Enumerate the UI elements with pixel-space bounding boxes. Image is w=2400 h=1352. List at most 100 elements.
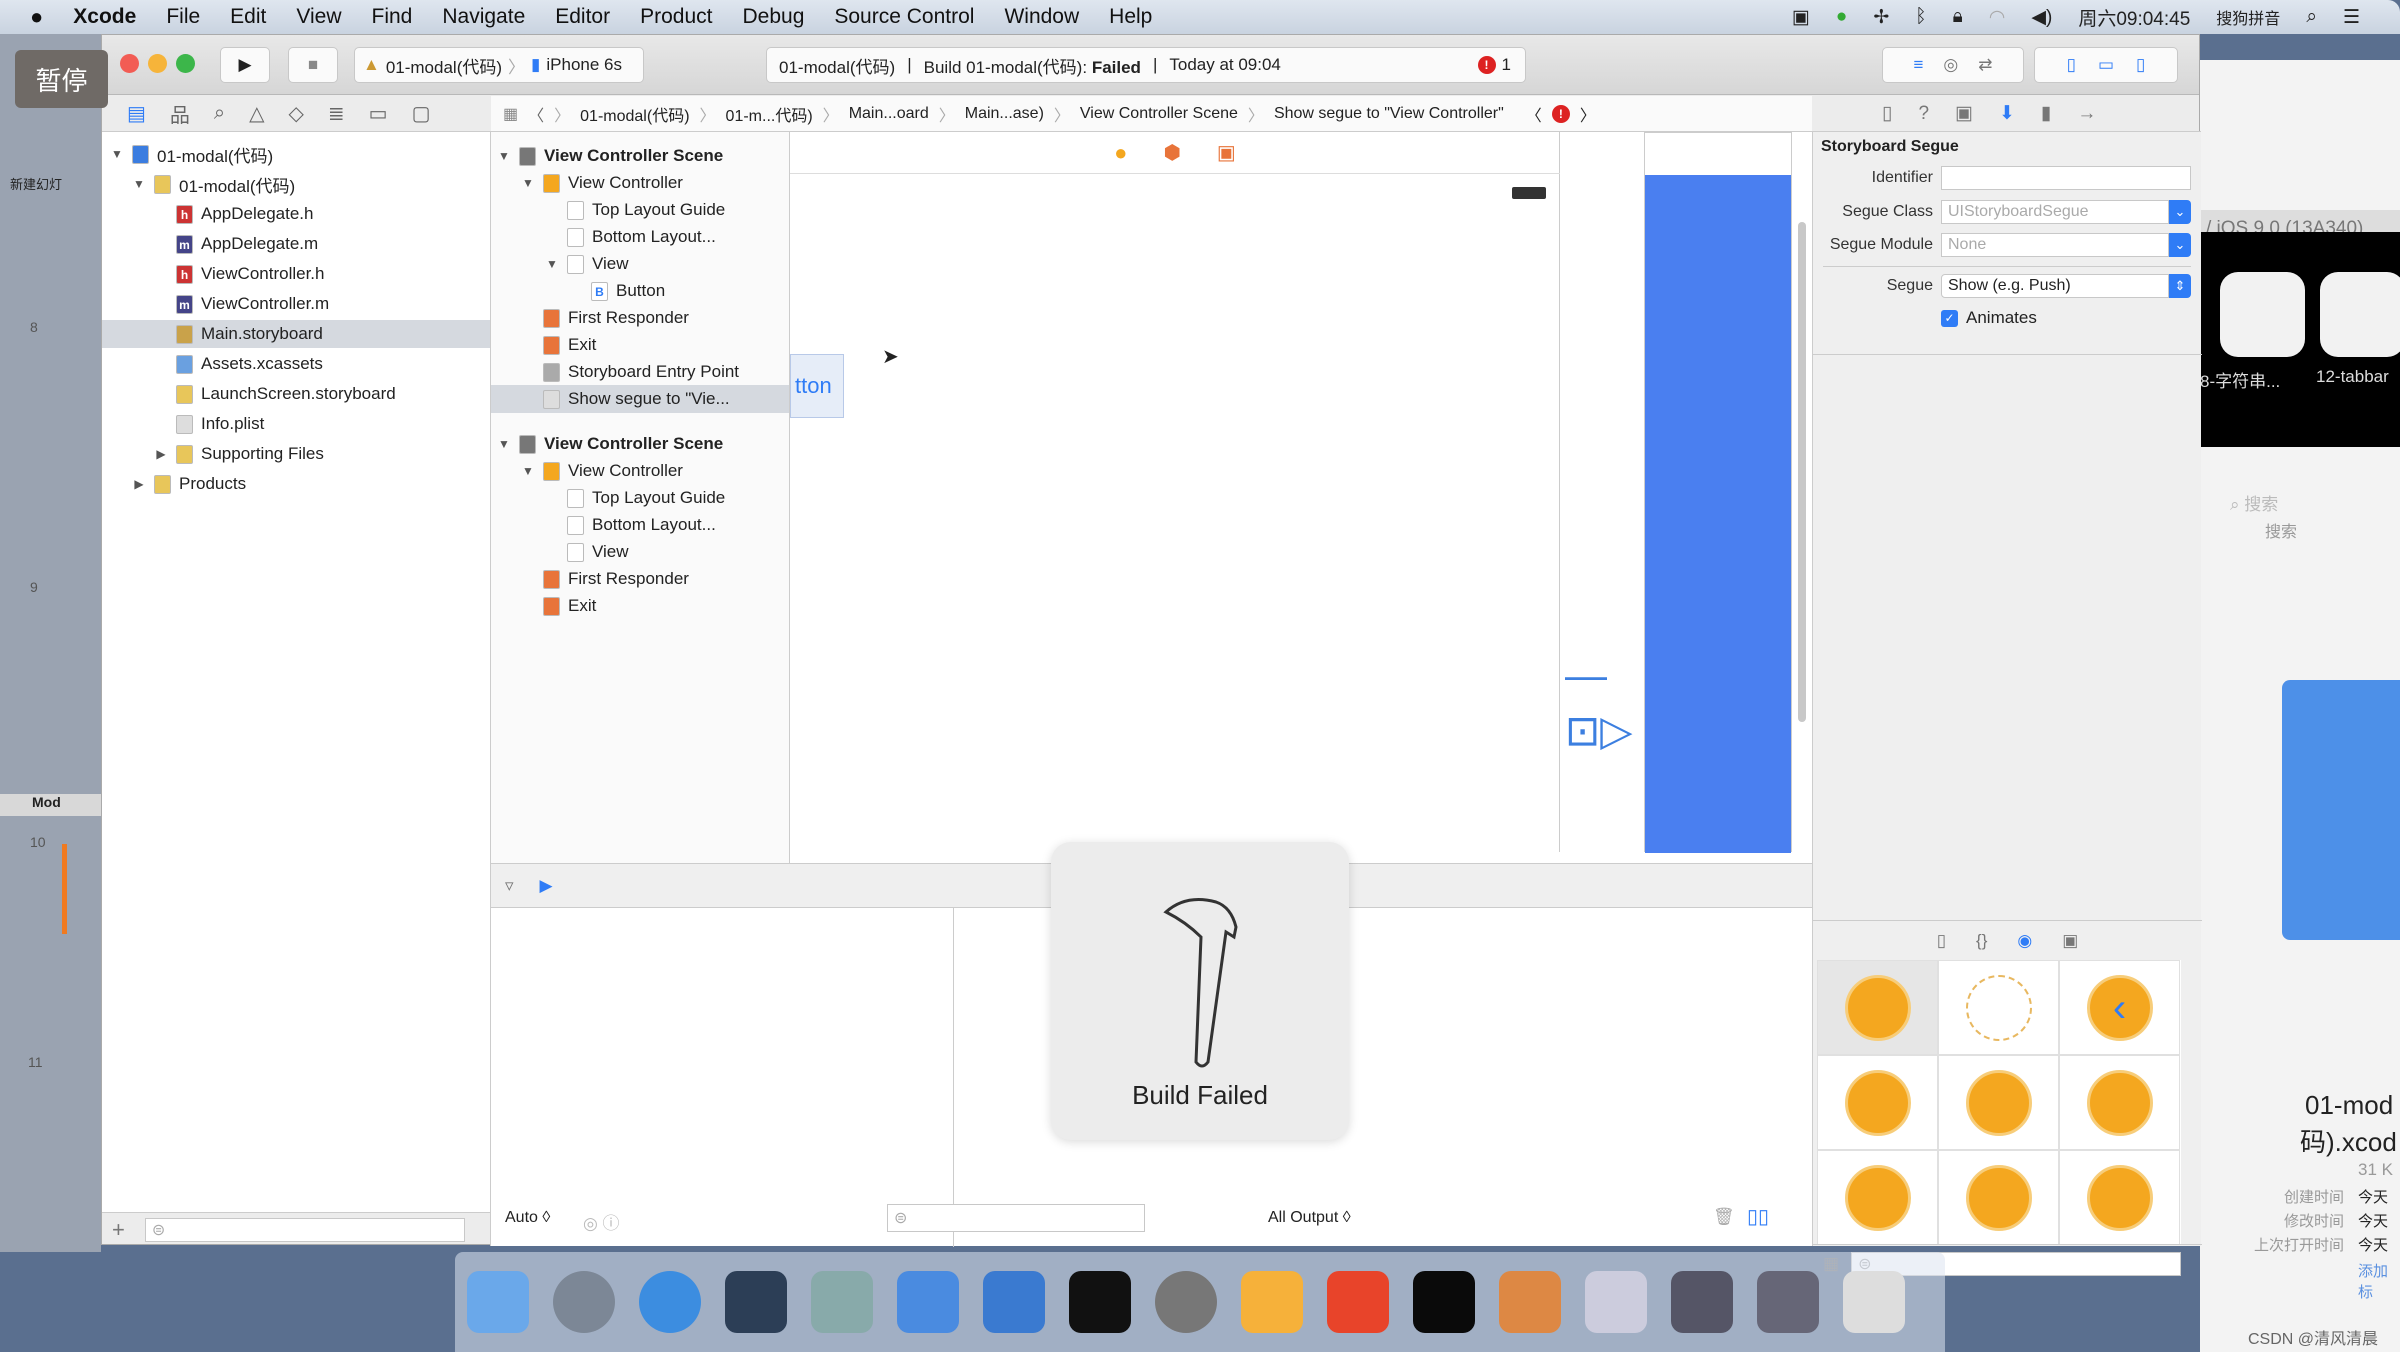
segue-kind-stepper[interactable]: ⇕: [2169, 274, 2191, 298]
outline-item[interactable]: ▼ View Controller: [491, 457, 789, 485]
version-editor-icon[interactable]: ⇄: [1978, 55, 1992, 75]
breakpoint-navigator-icon[interactable]: ▭: [369, 101, 388, 126]
breadcrumb-storyboard[interactable]: Main...oard: [849, 105, 929, 123]
outline-item[interactable]: ▼ View: [491, 250, 789, 278]
segue-module-dropdown[interactable]: ⌄: [2169, 233, 2191, 257]
breadcrumb-segue[interactable]: Show segue to "View Controller": [1274, 105, 1504, 123]
breadcrumb-base[interactable]: Main...ase): [965, 105, 1044, 123]
identity-inspector-icon[interactable]: ▣: [1955, 102, 1973, 125]
run-button[interactable]: ▶: [220, 47, 270, 83]
standard-editor-icon[interactable]: ≡: [1913, 55, 1923, 75]
new-slide-button[interactable]: 新建幻灯: [10, 174, 62, 193]
clock[interactable]: 周六09:04:45: [2078, 4, 2190, 31]
outline-item[interactable]: First Responder: [491, 565, 789, 593]
related-items-icon[interactable]: ▦: [503, 104, 518, 124]
menu-help[interactable]: Help: [1109, 5, 1152, 29]
preview-dock-icon[interactable]: [1585, 1271, 1647, 1333]
xcode-dock-icon[interactable]: [897, 1271, 959, 1333]
exit-icon[interactable]: ▣: [1217, 140, 1236, 165]
disclosure-expanded-icon[interactable]: ▼: [132, 177, 146, 191]
close-button[interactable]: [120, 54, 139, 73]
destination-view[interactable]: [1645, 175, 1791, 853]
disclosure-expanded-icon[interactable]: ▼: [497, 149, 511, 163]
paw-app-dock-icon[interactable]: [1327, 1271, 1389, 1333]
library-item-view-controller[interactable]: [1817, 960, 1938, 1055]
disclosure-expanded-icon[interactable]: ▼: [497, 437, 511, 451]
report-navigator-icon[interactable]: ▢: [412, 101, 431, 126]
menu-file[interactable]: File: [166, 5, 200, 29]
segue-class-dropdown[interactable]: ⌄: [2169, 200, 2191, 224]
stop-button[interactable]: ■: [288, 47, 338, 83]
slide-number[interactable]: 8: [30, 319, 38, 335]
previous-issue-button[interactable]: 〈: [1526, 102, 1542, 126]
zoom-button[interactable]: [176, 54, 195, 73]
breakpoints-toggle-icon[interactable]: ▶: [540, 876, 553, 896]
menu-window[interactable]: Window: [1004, 5, 1079, 29]
slide-number[interactable]: 11: [28, 1054, 43, 1070]
outline-item[interactable]: Top Layout Guide: [491, 196, 789, 224]
animates-checkbox[interactable]: ✓: [1941, 309, 1958, 327]
navigator-item[interactable]: h AppDelegate.h: [102, 200, 490, 228]
code-snippet-icon[interactable]: {}: [1976, 931, 1987, 951]
add-tag-link[interactable]: 添加标: [2358, 1260, 2400, 1302]
navigator-item[interactable]: LaunchScreen.storyboard: [102, 380, 490, 408]
file-template-icon[interactable]: ▯: [1937, 931, 1946, 951]
trash-dock-icon[interactable]: [1843, 1271, 1905, 1333]
project-navigator-icon[interactable]: ▤: [127, 101, 146, 126]
navigator-item[interactable]: m AppDelegate.m: [102, 230, 490, 258]
menu-xcode[interactable]: Xcode: [73, 5, 136, 29]
library-item-tab-bar-controller[interactable]: [2059, 1055, 2180, 1150]
navigator-item[interactable]: h ViewController.h: [102, 260, 490, 288]
disclosure-collapsed-icon[interactable]: ▶: [154, 447, 168, 461]
button-element[interactable]: tton: [790, 354, 844, 418]
screen-record-icon[interactable]: ▣: [1792, 6, 1810, 29]
activity-viewer[interactable]: 01-modal(代码) | Build 01-modal(代码): Failed…: [766, 47, 1526, 83]
navigator-item[interactable]: ▶ Supporting Files: [102, 440, 490, 468]
slide-number[interactable]: 10: [30, 834, 46, 850]
console-output-select[interactable]: All Output ◊: [1268, 1209, 1351, 1227]
back-button[interactable]: 〈: [528, 102, 544, 126]
outline-item[interactable]: Bottom Layout...: [491, 511, 789, 539]
symbol-navigator-icon[interactable]: 品: [170, 99, 190, 128]
breadcrumb-project[interactable]: 01-modal(代码): [580, 102, 689, 126]
split-view-icon[interactable]: ▯▯: [1747, 1204, 1769, 1229]
app-status-icon[interactable]: ●: [1836, 6, 1847, 28]
outline-item[interactable]: ▼ View Controller Scene: [491, 142, 789, 170]
volume-icon[interactable]: ◀): [2031, 6, 2052, 29]
outline-item[interactable]: Bottom Layout...: [491, 223, 789, 251]
debug-navigator-icon[interactable]: ≣: [328, 101, 345, 126]
library-item-table-view-controller[interactable]: [1817, 1055, 1938, 1150]
input-method[interactable]: 搜狗拼音: [2216, 5, 2280, 29]
outline-item[interactable]: First Responder: [491, 304, 789, 332]
bluetooth-icon[interactable]: ᛒ: [1915, 6, 1926, 28]
system-preferences-dock-icon[interactable]: [1155, 1271, 1217, 1333]
disclosure-expanded-icon[interactable]: ▼: [545, 257, 559, 271]
app-icon[interactable]: [2320, 272, 2400, 357]
menu-editor[interactable]: Editor: [555, 5, 610, 29]
navigator-item[interactable]: Assets.xcassets: [102, 350, 490, 378]
toggle-navigator-icon[interactable]: ▯: [2067, 55, 2076, 75]
attributes-inspector-icon[interactable]: ⬇: [1999, 102, 2015, 125]
navigator-filter-input[interactable]: ⊜: [144, 1217, 465, 1242]
segue-module-input[interactable]: None: [1941, 233, 2169, 257]
variables-filter-input[interactable]: ⊜: [887, 1204, 1145, 1232]
navigator-item[interactable]: Main.storyboard: [102, 320, 490, 348]
screen-app-dock-icon[interactable]: [1671, 1271, 1733, 1333]
issue-icon[interactable]: !: [1551, 104, 1570, 123]
sketch-dock-icon[interactable]: [1241, 1271, 1303, 1333]
section-header[interactable]: Mod: [0, 794, 101, 816]
segue-kind-select[interactable]: Show (e.g. Push): [1941, 274, 2169, 298]
segue-class-input[interactable]: UIStoryboardSegue: [1941, 200, 2169, 224]
outline-item[interactable]: Show segue to "Vie...: [491, 385, 789, 413]
scheme-selector[interactable]: ▲ 01-modal(代码) 〉 ▮ iPhone 6s: [354, 47, 644, 83]
outline-item[interactable]: Top Layout Guide: [491, 484, 789, 512]
next-issue-button[interactable]: 〉: [1580, 102, 1596, 126]
segue-arrow-icon[interactable]: —⊡▷: [1565, 647, 1643, 754]
navigator-item[interactable]: m ViewController.m: [102, 290, 490, 318]
navigator-item[interactable]: ▼ 01-modal(代码): [102, 170, 490, 198]
menu-debug[interactable]: Debug: [742, 5, 804, 29]
library-item-storyboard-reference[interactable]: [1938, 960, 2059, 1055]
fan-icon[interactable]: ✢: [1873, 6, 1889, 29]
exec-dock-icon[interactable]: [1413, 1271, 1475, 1333]
view-controller-icon[interactable]: ●: [1114, 140, 1127, 166]
